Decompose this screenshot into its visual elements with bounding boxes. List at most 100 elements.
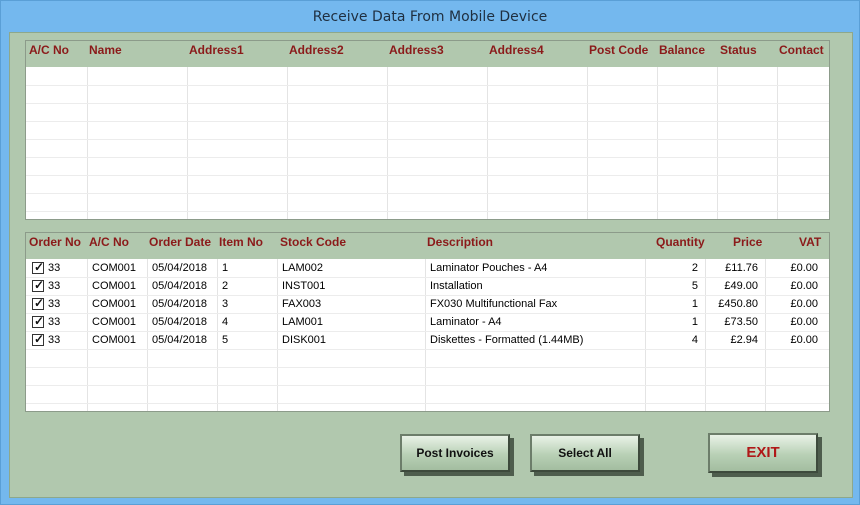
- grid-row-divider: [26, 139, 829, 140]
- col-quantity[interactable]: Quantity: [656, 233, 705, 259]
- cell-quantity: 2: [691, 262, 698, 274]
- grid-column-divider: [777, 67, 778, 219]
- col-address4[interactable]: Address4: [489, 41, 544, 67]
- cell-description: Installation: [430, 280, 483, 292]
- cell-order-date: 05/04/2018: [152, 280, 208, 292]
- grid-column-divider: [87, 67, 88, 219]
- cell-order-no: 33: [48, 262, 61, 274]
- col-price[interactable]: Price: [733, 233, 762, 259]
- cell-order-no: 33: [48, 316, 61, 328]
- grid-column-divider: [657, 67, 658, 219]
- row-checkbox[interactable]: [32, 260, 44, 274]
- cell-description: FX030 Multifunctional Fax: [430, 298, 558, 310]
- table-row[interactable]: 33 COM001 05/04/2018 5 DISK001 Diskettes - Fo…: [26, 331, 829, 349]
- cell-quantity: 1: [691, 316, 698, 328]
- cell-order-date: 05/04/2018: [152, 298, 208, 310]
- grid-row-divider: [26, 121, 829, 122]
- col-stock-code[interactable]: Stock Code: [280, 233, 346, 259]
- col-address3[interactable]: Address3: [389, 41, 444, 67]
- table-row[interactable]: 33 COM001 05/04/2018 2 INST001 Installation 5 £…: [26, 277, 829, 295]
- cell-ac-no: COM001: [92, 334, 137, 346]
- row-checkbox[interactable]: [32, 296, 44, 310]
- col-order-no[interactable]: Order No: [29, 233, 81, 259]
- cell-item-no: 1: [222, 262, 229, 274]
- exit-button[interactable]: EXIT: [708, 433, 818, 473]
- cell-quantity: 1: [691, 298, 698, 310]
- orders-grid-header: Order No A/C No Order Date Item No Stock…: [26, 233, 829, 259]
- table-row[interactable]: 33 COM001 05/04/2018 1 LAM002 Laminator Pouch…: [26, 259, 829, 277]
- cell-ac-no: COM001: [92, 262, 137, 274]
- cell-stock-code: FAX003: [282, 298, 322, 310]
- cell-order-no: 33: [48, 334, 61, 346]
- col-balance[interactable]: Balance: [659, 41, 705, 67]
- col-order-date[interactable]: Order Date: [149, 233, 211, 259]
- cell-item-no: 3: [222, 298, 229, 310]
- col-ac-no[interactable]: A/C No: [29, 41, 69, 67]
- grid-row-divider: [26, 211, 829, 212]
- cell-price: £2.94: [730, 334, 758, 346]
- grid-column-divider: [387, 67, 388, 219]
- grid-row-divider: [26, 367, 829, 368]
- cell-item-no: 5: [222, 334, 229, 346]
- grid-row-divider: [26, 85, 829, 86]
- cell-stock-code: LAM001: [282, 316, 323, 328]
- row-checkbox[interactable]: [32, 332, 44, 346]
- row-checkbox[interactable]: [32, 278, 44, 292]
- accounts-grid-header: A/C No Name Address1 Address2 Address3 A…: [26, 41, 829, 67]
- grid-row-divider: [26, 157, 829, 158]
- cell-price: £49.00: [724, 280, 758, 292]
- table-row[interactable]: 33 COM001 05/04/2018 3 FAX003 FX030 Multifunc…: [26, 295, 829, 313]
- col-vat[interactable]: VAT: [799, 233, 821, 259]
- cell-price: £450.80: [718, 298, 758, 310]
- cell-vat: £0.00: [790, 334, 818, 346]
- app-window: Receive Data From Mobile Device A/C No N…: [0, 0, 860, 505]
- cell-vat: £0.00: [790, 262, 818, 274]
- cell-quantity: 4: [691, 334, 698, 346]
- accounts-grid[interactable]: A/C No Name Address1 Address2 Address3 A…: [25, 40, 830, 220]
- cell-order-no: 33: [48, 298, 61, 310]
- grid-column-divider: [487, 67, 488, 219]
- cell-order-no: 33: [48, 280, 61, 292]
- col-description[interactable]: Description: [427, 233, 493, 259]
- cell-vat: £0.00: [790, 316, 818, 328]
- col-ac-no[interactable]: A/C No: [89, 233, 129, 259]
- orders-grid[interactable]: Order No A/C No Order Date Item No Stock…: [25, 232, 830, 412]
- col-contact[interactable]: Contact: [779, 41, 824, 67]
- form-body: A/C No Name Address1 Address2 Address3 A…: [9, 32, 853, 498]
- cell-ac-no: COM001: [92, 298, 137, 310]
- cell-stock-code: LAM002: [282, 262, 323, 274]
- cell-order-date: 05/04/2018: [152, 262, 208, 274]
- grid-row-divider: [26, 103, 829, 104]
- grid-row-divider: [26, 349, 829, 350]
- post-invoices-button[interactable]: Post Invoices: [400, 434, 510, 472]
- col-post-code[interactable]: Post Code: [589, 41, 648, 67]
- grid-row-divider: [26, 385, 829, 386]
- grid-row-divider: [26, 175, 829, 176]
- cell-description: Laminator - A4: [430, 316, 502, 328]
- col-address2[interactable]: Address2: [289, 41, 344, 67]
- cell-vat: £0.00: [790, 298, 818, 310]
- col-name[interactable]: Name: [89, 41, 122, 67]
- row-checkbox[interactable]: [32, 314, 44, 328]
- grid-column-divider: [187, 67, 188, 219]
- cell-description: Laminator Pouches - A4: [430, 262, 548, 274]
- cell-stock-code: INST001: [282, 280, 326, 292]
- cell-ac-no: COM001: [92, 316, 137, 328]
- cell-quantity: 5: [691, 280, 698, 292]
- grid-row-divider: [26, 193, 829, 194]
- grid-column-divider: [717, 67, 718, 219]
- cell-vat: £0.00: [790, 280, 818, 292]
- table-row[interactable]: 33 COM001 05/04/2018 4 LAM001 Laminator - A4 1…: [26, 313, 829, 331]
- select-all-button[interactable]: Select All: [530, 434, 640, 472]
- cell-price: £73.50: [724, 316, 758, 328]
- cell-price: £11.76: [725, 262, 758, 274]
- cell-order-date: 05/04/2018: [152, 334, 208, 346]
- grid-row-divider: [26, 403, 829, 404]
- cell-ac-no: COM001: [92, 280, 137, 292]
- col-address1[interactable]: Address1: [189, 41, 244, 67]
- col-item-no[interactable]: Item No: [219, 233, 263, 259]
- cell-item-no: 2: [222, 280, 229, 292]
- cell-description: Diskettes - Formatted (1.44MB): [430, 334, 584, 346]
- cell-stock-code: DISK001: [282, 334, 327, 346]
- col-status[interactable]: Status: [720, 41, 757, 67]
